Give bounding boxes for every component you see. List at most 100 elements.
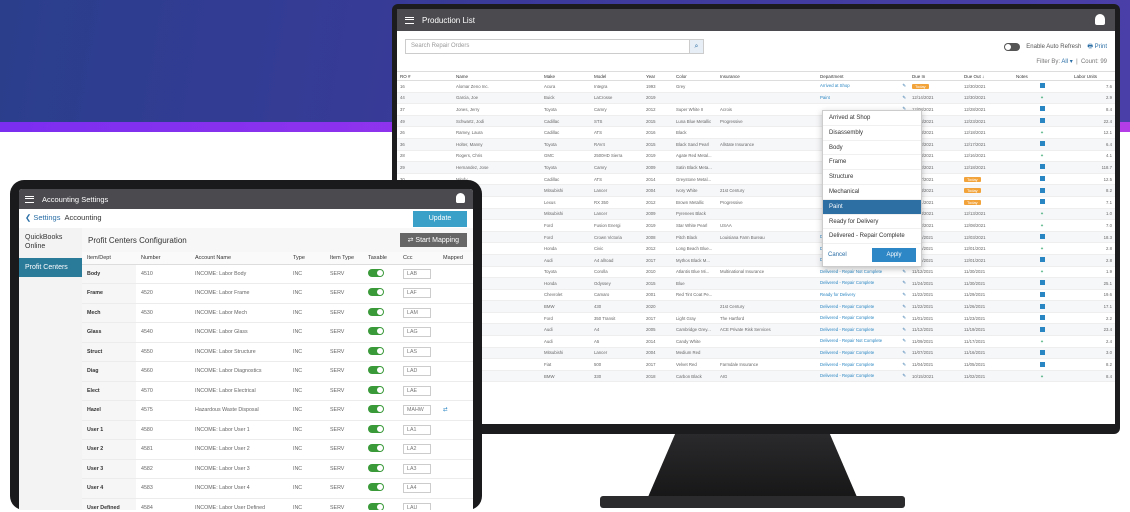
note-icon[interactable] [1039,118,1045,124]
table-row[interactable]: 46nykAudiA42005Cambridge Grey...ACE Priv… [397,323,1115,337]
ccc-input[interactable]: LAD [403,366,431,377]
ccc-input[interactable]: LAF [403,288,431,299]
pencil-icon[interactable]: ✎ [902,269,906,275]
note-icon[interactable] [1039,234,1045,240]
table-row[interactable]: User 4 4583 INCOME: Labor User 4 INC SERV LA4 [82,478,473,499]
taxable-toggle[interactable] [368,288,384,297]
table-row[interactable]: 45tFord350 Transit2017Light GrayThe Hart… [397,312,1115,325]
taxable-toggle[interactable] [368,385,384,394]
table-row[interactable]: 43elBMW430202021st CenturyDelivered - Re… [397,300,1115,313]
taxable-toggle[interactable] [368,405,384,414]
start-mapping-button[interactable]: ⇄ Start Mapping [399,233,467,247]
mapped-icon[interactable]: ⇄ [443,407,447,413]
table-row[interactable]: 47AudiA52014Candy WhiteDelivered - Repai… [397,335,1115,348]
note-icon[interactable] [1039,326,1045,332]
menu-icon[interactable] [25,195,34,203]
table-row[interactable]: 41owenHondaOdyssey2015BlueDelivered - Re… [397,277,1115,290]
column-header[interactable]: Department [817,71,909,81]
dropdown-option[interactable]: Arrived at Shop [823,111,921,126]
column-header[interactable]: Due In [909,71,961,81]
add-note-icon[interactable]: + [1041,269,1044,274]
note-icon[interactable] [1039,164,1045,170]
table-row[interactable]: 42ranChevroletCamaro2001Red Tint Coat Pe… [397,289,1115,302]
table-row[interactable]: 33yMitsubishiLancer2009Pyrenees Black ✎1… [397,208,1115,221]
pencil-icon[interactable]: ✎ [902,83,906,89]
pencil-icon[interactable]: ✎ [902,362,906,368]
column-header[interactable]: Notes [1013,71,1071,81]
menu-icon[interactable] [405,16,414,24]
ccc-input[interactable]: LA3 [403,463,431,474]
department-link[interactable]: Delivered - Repair Complete [820,327,874,332]
pencil-icon[interactable]: ✎ [902,327,906,333]
auto-refresh-toggle[interactable] [1004,42,1021,51]
taxable-toggle[interactable] [368,268,384,277]
taxable-toggle[interactable] [368,327,384,336]
table-row[interactable]: 29 Hernandez, Jose Toyota Camry 2009 Satin Bl… [397,161,1115,174]
bell-icon[interactable] [1095,14,1105,25]
taxable-toggle[interactable] [368,444,384,453]
table-row[interactable]: 44 Garcia, Joe Buick LaCrosse 2019 Paint ✎ 12/… [397,92,1115,105]
add-note-icon[interactable]: + [1041,339,1044,344]
column-header[interactable]: Model [591,71,643,81]
ccc-input[interactable]: LAE [403,385,431,396]
table-row[interactable]: Hazel 4575 Hazardous Waste Disposal INC SERV… [82,400,473,421]
taxable-toggle[interactable] [368,346,384,355]
ccc-input[interactable]: LA4 [403,483,431,494]
dropdown-option[interactable]: Mechanical [823,185,921,200]
table-row[interactable]: User Defined 4584 INCOME: Labor User Defin… [82,498,473,510]
add-note-icon[interactable]: + [1041,130,1044,135]
ccc-input[interactable]: MAHW [403,405,431,416]
table-row[interactable]: 16 Alomar Zeno Inc. Acura Integra 1993 Grey Ar… [397,80,1115,93]
apply-button[interactable]: Apply [872,248,916,263]
column-header[interactable]: Labor Units [1071,71,1115,81]
taxable-toggle[interactable] [368,502,384,510]
column-header[interactable]: Year [643,71,673,81]
table-row[interactable]: 26Ramey, LauraCadillacATS2016Black ✎12/0… [397,126,1115,139]
table-row[interactable]: 31AnnMitsubishiLancer2004Ivory White21st… [397,184,1115,197]
table-row[interactable]: Frame 4520 INCOME: Labor Frame INC SERV LAF [82,283,473,304]
table-row[interactable]: User 3 4582 INCOME: Labor User 3 INC SERV LA3 [82,459,473,479]
table-row[interactable]: 39aAudiA4 allroad2017Mythos Black M...De… [397,254,1115,267]
sidebar-item-quickbooks-online[interactable]: QuickBooks Online [19,228,82,256]
note-icon[interactable] [1039,315,1045,321]
dropdown-option[interactable]: Ready for Delivery [823,215,921,230]
note-icon[interactable] [1039,280,1045,286]
ccc-input[interactable]: LAS [403,346,431,357]
pencil-icon[interactable]: ✎ [902,350,906,356]
cancel-button[interactable]: Cancel [828,252,847,258]
table-row[interactable]: 50BushFiat5002017Velvet RedFarmdale Insu… [397,358,1115,371]
add-note-icon[interactable]: + [1041,95,1044,100]
note-icon[interactable] [1039,257,1045,263]
add-note-icon[interactable]: + [1041,153,1044,158]
add-note-icon[interactable]: + [1041,223,1044,228]
breadcrumb-back-link[interactable]: ❮ Settings [25,213,60,222]
table-row[interactable]: 34dFordFusion Energi2019Star White Pearl… [397,219,1115,232]
department-link[interactable]: Arrived at Shop [820,83,850,88]
note-icon[interactable] [1039,187,1045,193]
dropdown-option[interactable]: Structure [823,170,921,185]
dropdown-option[interactable]: Disassembly [823,126,921,141]
note-icon[interactable] [1039,291,1045,297]
dropdown-option[interactable]: Delivered - Repair Complete [823,229,921,245]
table-row[interactable]: User 1 4580 INCOME: Labor User 1 INC SERV LA1 [82,420,473,440]
pencil-icon[interactable]: ✎ [902,304,906,310]
table-row[interactable]: 49 Schwartz, Jodi Cadillac STS 2015 Luna Blue… [397,115,1115,128]
department-link[interactable]: Delivered - Repair Not Complete [820,338,882,343]
column-header[interactable]: Due Out ↓ [961,71,1013,81]
department-link[interactable]: Delivered - Repair Complete [820,373,874,378]
ccc-input[interactable]: LA2 [403,444,431,455]
table-row[interactable]: 48ticaMitsubishiLancer2004Medium RedDeli… [397,347,1115,360]
taxable-toggle[interactable] [368,463,384,472]
table-row[interactable]: Struct 4550 INCOME: Labor Structure INC SERV… [82,342,473,362]
pencil-icon[interactable]: ✎ [902,315,906,321]
pencil-icon[interactable]: ✎ [902,338,906,344]
note-icon[interactable] [1039,141,1045,147]
column-header[interactable]: Insurance [717,71,817,81]
taxable-toggle[interactable] [368,307,384,316]
pencil-icon[interactable]: ✎ [902,280,906,286]
ccc-input[interactable]: LAB [403,268,431,279]
pencil-icon[interactable]: ✎ [902,373,906,379]
search-icon[interactable]: ⌕ [690,39,704,54]
column-header[interactable]: Make [541,71,591,81]
dropdown-option[interactable]: Paint [823,199,921,215]
